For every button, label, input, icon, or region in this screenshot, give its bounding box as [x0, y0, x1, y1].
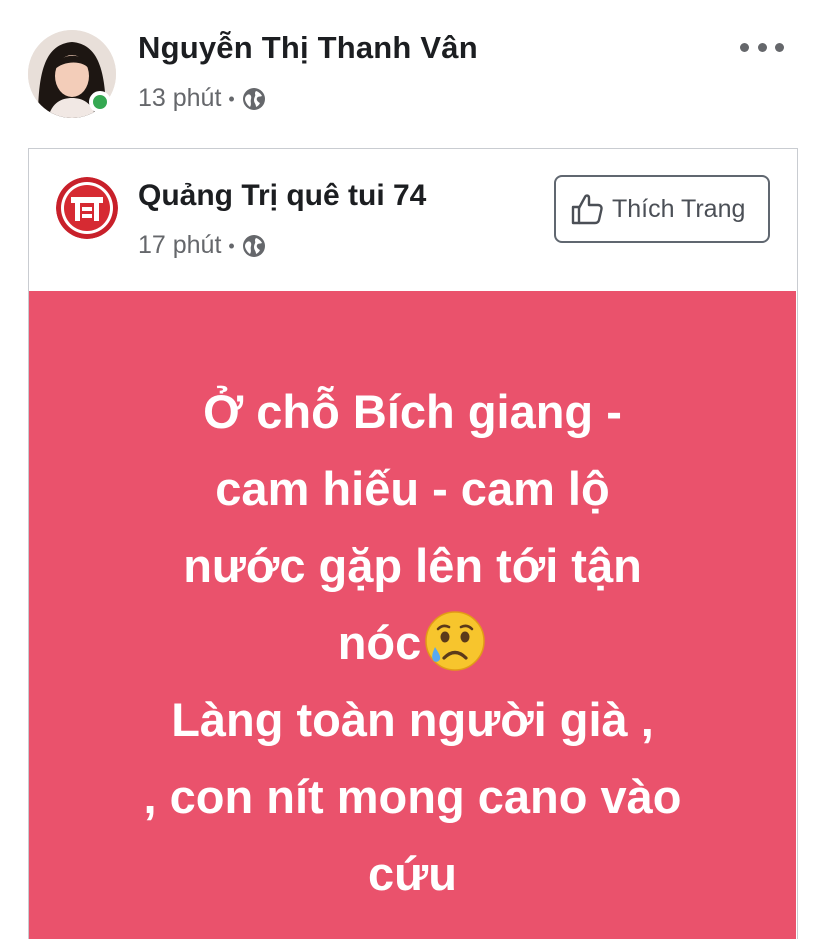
crying-face-emoji	[425, 611, 486, 671]
post-text-line: nóc	[337, 616, 422, 669]
like-page-label: Thích Trang	[612, 194, 746, 223]
post-text-line: , con nít mong cano vào	[143, 770, 682, 823]
globe-icon[interactable]	[242, 234, 266, 258]
author-name[interactable]: Nguyễn Thị Thanh Vân	[138, 30, 478, 66]
post-text-line: cam hiếu - cam lộ	[215, 462, 610, 515]
online-status-dot	[89, 91, 111, 113]
shared-post-meta: 17 phút •	[138, 231, 266, 260]
meta-separator: •	[228, 235, 235, 256]
like-page-button[interactable]: Thích Trang	[554, 175, 770, 243]
post-text-line: cứu	[368, 847, 457, 900]
globe-icon[interactable]	[242, 87, 266, 111]
more-options-button[interactable]	[740, 36, 784, 58]
more-horizontal-icon	[740, 42, 749, 52]
post-text-line-with-emoji: nóc	[29, 604, 796, 681]
post-meta: 13 phút •	[138, 84, 266, 113]
page-logo[interactable]	[56, 177, 118, 239]
page-name[interactable]: Quảng Trị quê tui 74	[138, 179, 426, 213]
post-time[interactable]: 13 phút	[138, 84, 221, 113]
facebook-post: Nguyễn Thị Thanh Vân 13 phút • Quảng Trị…	[0, 0, 825, 939]
post-background: Ở chỗ Bích giang - cam hiếu - cam lộ nướ…	[29, 291, 796, 939]
shared-post-card[interactable]: Quảng Trị quê tui 74 17 phút • Thích Tra…	[28, 148, 798, 939]
shared-post-time[interactable]: 17 phút	[138, 231, 221, 260]
post-text: Ở chỗ Bích giang - cam hiếu - cam lộ nướ…	[29, 373, 796, 912]
post-text-line: Ở chỗ Bích giang -	[203, 385, 622, 438]
post-text-line: nước gặp lên tới tận	[183, 539, 642, 592]
meta-separator: •	[228, 88, 235, 109]
post-text-line: Làng toàn người già ,	[171, 693, 654, 746]
thumbs-up-icon	[571, 194, 603, 225]
